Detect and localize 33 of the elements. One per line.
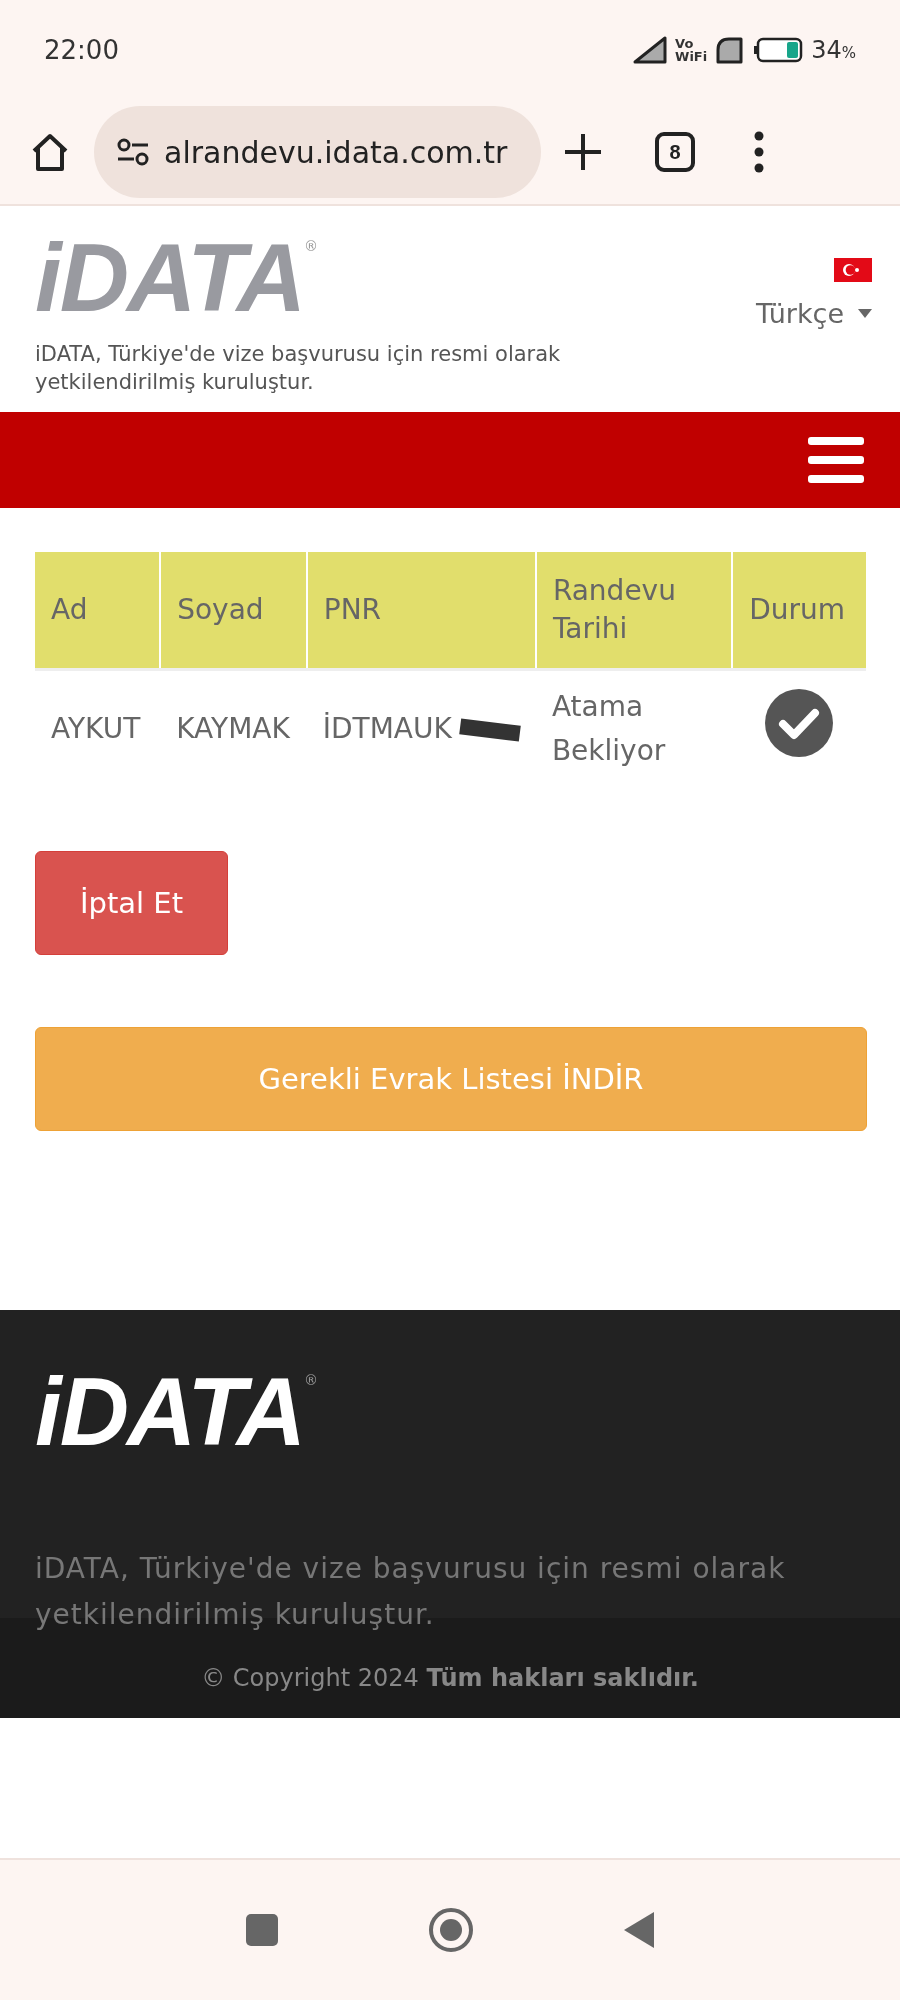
signal-icon — [633, 36, 668, 64]
logo[interactable]: iDATA® — [35, 238, 655, 318]
address-bar[interactable]: alrandevu.idata.com.tr — [94, 106, 541, 198]
language-dropdown[interactable]: Türkçe — [755, 298, 872, 329]
clock: 22:00 — [44, 35, 119, 65]
table-cell: AYKUT — [35, 669, 161, 787]
table-cell: Atama Bekliyor — [535, 669, 733, 787]
column-header: Soyad — [160, 552, 307, 670]
vowifi-label: Vo WiFi — [675, 37, 708, 63]
battery-percent: 34% — [811, 36, 856, 64]
menu-button[interactable] — [808, 437, 864, 483]
flag-icon[interactable] — [834, 258, 872, 282]
new-tab-button[interactable] — [563, 132, 603, 172]
copyright: © Copyright 2024 Tüm hakları saklıdır. — [201, 1664, 699, 1692]
table-cell: KAYMAK — [160, 669, 307, 787]
tab-count-button[interactable]: 8 — [655, 132, 695, 172]
signal-icon — [715, 36, 746, 64]
checkmark-icon — [765, 688, 834, 757]
table-cell: İDTMAUK — [322, 712, 452, 745]
back-button[interactable] — [624, 1912, 654, 1948]
column-header: PNR — [306, 552, 536, 670]
logo[interactable]: iDATA® — [35, 1372, 865, 1452]
cancel-button[interactable]: İptal Et — [35, 851, 228, 955]
battery-icon — [753, 37, 804, 63]
tagline: iDATA, Türkiye'de vize başvurusu için resmi olarak yetkilendirilmiş kuruluştur. — [35, 341, 562, 396]
menu-button[interactable] — [753, 131, 765, 173]
recents-button[interactable] — [246, 1914, 278, 1946]
tagline: iDATA, Türkiye'de vize başvurusu için resmi olarak yetkilendirilmiş kuruluştur. — [35, 1551, 787, 1633]
site-settings-icon[interactable] — [116, 137, 150, 167]
column-header: Durum — [732, 552, 866, 670]
column-header: Randevu Tarihi — [535, 552, 733, 670]
caret-icon — [858, 308, 872, 319]
column-header: Ad — [35, 552, 161, 670]
